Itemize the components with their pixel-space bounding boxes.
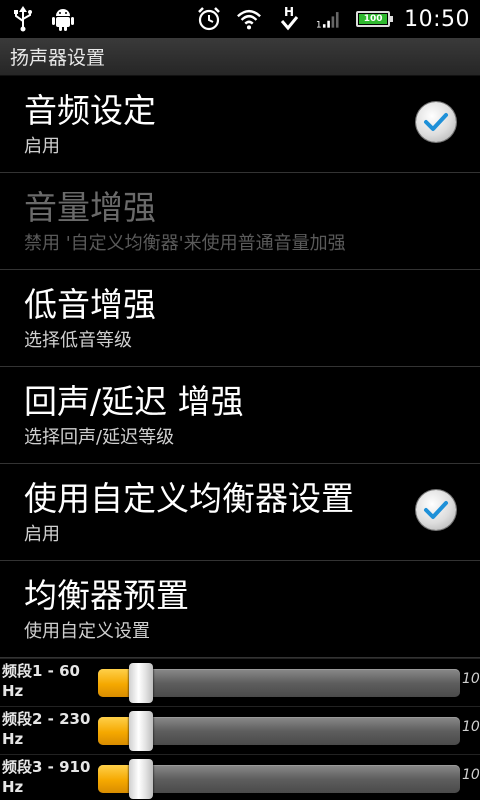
item-subtitle: 启用 [24,524,60,545]
band-slider-thumb[interactable] [129,663,153,703]
eq-band-3: 频段3 - 910 Hz 10 [0,754,480,800]
item-subtitle: 选择低音等级 [24,330,132,351]
item-title: 音量增强 [24,188,156,227]
eq-band-2: 频段2 - 230 Hz 10 [0,706,480,754]
band-slider-thumb[interactable] [129,711,153,751]
item-title: 回声/延迟 增强 [24,382,244,421]
item-subtitle: 启用 [24,136,60,157]
item-subtitle: 禁用 '自定义均衡器'来使用普通音量加强 [24,233,346,254]
item-subtitle: 使用自定义设置 [24,621,150,642]
band-max-label: 10 [462,719,480,735]
band-label: 频段2 - 230 Hz [2,710,91,748]
checkbox-checked-icon[interactable] [416,490,456,530]
svg-text:H: H [284,5,294,19]
band-label: 频段3 - 910 Hz [2,758,91,796]
list-item-equalizer-preset[interactable]: 均衡器预置 使用自定义设置 [0,561,480,658]
item-title: 使用自定义均衡器设置 [24,479,354,518]
band-label: 频段1 - 60 Hz [2,662,80,700]
checkbox-checked-icon[interactable] [416,102,456,142]
settings-list: 音频设定 启用 音量增强 禁用 '自定义均衡器'来使用普通音量加强 低音增强 选… [0,76,480,658]
alarm-icon [196,6,222,32]
android-debug-icon [50,6,76,32]
wifi-icon [236,6,262,32]
status-left-icons [10,6,76,32]
band-slider-thumb[interactable] [129,759,153,799]
status-right-icons: H 1 100 10:50 [196,5,470,32]
list-item-echo-delay[interactable]: 回声/延迟 增强 选择回声/延迟等级 [0,367,480,464]
eq-band-1: 频段1 - 60 Hz 10 [0,658,480,706]
battery-level: 100 [363,14,383,24]
item-title: 音频设定 [24,91,156,130]
battery-icon: 100 [356,11,394,27]
list-item-bass-boost[interactable]: 低音增强 选择低音等级 [0,270,480,367]
page-title: 扬声器设置 [10,47,106,69]
item-title: 低音增强 [24,285,156,324]
band-max-label: 10 [462,767,480,783]
item-subtitle: 选择回声/延迟等级 [24,427,175,448]
list-item-audio-settings[interactable]: 音频设定 启用 [0,76,480,173]
list-item-custom-equalizer[interactable]: 使用自定义均衡器设置 启用 [0,464,480,561]
title-bar: 扬声器设置 [0,38,480,76]
clock: 10:50 [404,6,470,32]
list-item-volume-boost: 音量增强 禁用 '自定义均衡器'来使用普通音量加强 [0,173,480,270]
band-max-label: 10 [462,671,480,687]
hspa-icon: H [276,5,302,32]
usb-icon [10,6,36,32]
svg-text:1: 1 [316,21,322,31]
item-title: 均衡器预置 [24,576,189,615]
signal-icon: 1 [316,6,342,32]
status-bar: H 1 100 10:50 [0,0,480,38]
